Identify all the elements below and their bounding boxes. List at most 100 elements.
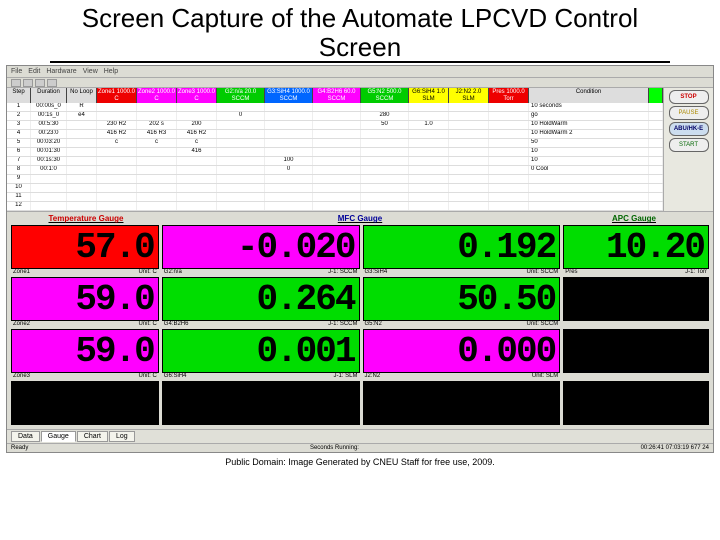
table-cell[interactable]	[409, 184, 449, 192]
table-cell[interactable]	[409, 202, 449, 210]
table-cell[interactable]	[489, 112, 529, 120]
table-cell[interactable]	[177, 112, 217, 120]
table-cell[interactable]: e4	[67, 112, 97, 120]
table-cell[interactable]	[649, 184, 663, 192]
table-cell[interactable]	[489, 157, 529, 165]
table-cell[interactable]: 10	[7, 184, 31, 192]
table-cell[interactable]	[265, 121, 313, 129]
table-cell[interactable]	[177, 175, 217, 183]
table-cell[interactable]	[529, 202, 649, 210]
table-cell[interactable]: 12	[7, 202, 31, 210]
table-cell[interactable]	[649, 130, 663, 138]
table-cell[interactable]	[489, 103, 529, 111]
table-cell[interactable]	[217, 148, 265, 156]
table-cell[interactable]	[265, 184, 313, 192]
table-cell[interactable]	[137, 148, 177, 156]
table-cell[interactable]	[409, 130, 449, 138]
table-cell[interactable]: 1	[7, 103, 31, 111]
table-cell[interactable]	[265, 130, 313, 138]
table-cell[interactable]	[265, 112, 313, 120]
table-cell[interactable]: 4	[7, 130, 31, 138]
table-cell[interactable]	[67, 148, 97, 156]
menu-file[interactable]: File	[11, 68, 22, 75]
table-cell[interactable]	[449, 139, 489, 147]
table-cell[interactable]	[31, 193, 67, 201]
tab-log[interactable]: Log	[109, 431, 135, 442]
table-cell[interactable]	[97, 175, 137, 183]
table-cell[interactable]	[313, 175, 361, 183]
tab-chart[interactable]: Chart	[77, 431, 108, 442]
table-row[interactable]: 800:1:000 Cool	[7, 166, 663, 175]
table-cell[interactable]	[177, 157, 217, 165]
table-cell[interactable]	[409, 193, 449, 201]
table-cell[interactable]	[361, 148, 409, 156]
table-cell[interactable]: 00:03:20	[31, 139, 67, 147]
table-cell[interactable]: 202 s	[137, 121, 177, 129]
table-cell[interactable]	[217, 166, 265, 174]
table-row[interactable]: 9	[7, 175, 663, 184]
table-cell[interactable]	[217, 202, 265, 210]
table-cell[interactable]	[137, 103, 177, 111]
table-cell[interactable]	[137, 112, 177, 120]
table-cell[interactable]	[217, 130, 265, 138]
table-row[interactable]: 500:03:20 c c c50	[7, 139, 663, 148]
table-cell[interactable]: 00:01:30	[31, 148, 67, 156]
table-cell[interactable]	[649, 139, 663, 147]
table-cell[interactable]	[649, 175, 663, 183]
table-cell[interactable]: 11	[7, 193, 31, 201]
table-cell[interactable]	[137, 157, 177, 165]
table-cell[interactable]	[313, 121, 361, 129]
table-cell[interactable]	[409, 103, 449, 111]
table-cell[interactable]: 50	[529, 139, 649, 147]
table-cell[interactable]	[265, 175, 313, 183]
menu-help[interactable]: Help	[104, 68, 118, 75]
pause-button[interactable]: PAUSE	[669, 106, 709, 120]
toolbar-button[interactable]	[47, 79, 57, 87]
table-cell[interactable]: 100	[265, 157, 313, 165]
table-cell[interactable]	[649, 103, 663, 111]
table-cell[interactable]: c	[97, 139, 137, 147]
table-cell[interactable]	[449, 166, 489, 174]
table-row[interactable]: 11	[7, 193, 663, 202]
abuhk-button[interactable]: ABU/HK-E	[669, 122, 709, 136]
table-cell[interactable]: 00:1s_0	[31, 112, 67, 120]
table-cell[interactable]: c	[137, 139, 177, 147]
table-cell[interactable]: 00:00s_0	[31, 103, 67, 111]
table-cell[interactable]	[67, 193, 97, 201]
table-cell[interactable]	[177, 166, 217, 174]
table-row[interactable]: 700:1s:3010010	[7, 157, 663, 166]
table-cell[interactable]	[67, 184, 97, 192]
table-cell[interactable]	[97, 193, 137, 201]
table-cell[interactable]	[489, 139, 529, 147]
table-row[interactable]: 12	[7, 202, 663, 211]
table-cell[interactable]	[217, 157, 265, 165]
table-cell[interactable]	[449, 202, 489, 210]
table-cell[interactable]	[67, 139, 97, 147]
table-row[interactable]: 100:00s_0R10 seconds	[7, 103, 663, 112]
table-cell[interactable]: 00:1s:30	[31, 157, 67, 165]
table-row[interactable]: 600:01:3041610	[7, 148, 663, 157]
table-cell[interactable]	[489, 175, 529, 183]
toolbar-button[interactable]	[11, 79, 21, 87]
table-cell[interactable]	[529, 175, 649, 183]
table-cell[interactable]	[409, 148, 449, 156]
table-cell[interactable]: 230 R2	[97, 121, 137, 129]
table-cell[interactable]: 416 R2	[97, 130, 137, 138]
table-cell[interactable]	[265, 103, 313, 111]
table-cell[interactable]	[489, 148, 529, 156]
table-cell[interactable]	[313, 139, 361, 147]
table-cell[interactable]	[137, 184, 177, 192]
table-cell[interactable]: 5	[7, 139, 31, 147]
table-cell[interactable]	[649, 202, 663, 210]
table-cell[interactable]	[31, 202, 67, 210]
toolbar-button[interactable]	[35, 79, 45, 87]
table-cell[interactable]	[489, 130, 529, 138]
table-cell[interactable]	[449, 193, 489, 201]
table-cell[interactable]: 00:5:30	[31, 121, 67, 129]
table-cell[interactable]: 280	[361, 112, 409, 120]
table-cell[interactable]	[361, 184, 409, 192]
table-cell[interactable]	[217, 184, 265, 192]
table-cell[interactable]	[361, 175, 409, 183]
table-cell[interactable]	[489, 121, 529, 129]
table-cell[interactable]: R	[67, 103, 97, 111]
